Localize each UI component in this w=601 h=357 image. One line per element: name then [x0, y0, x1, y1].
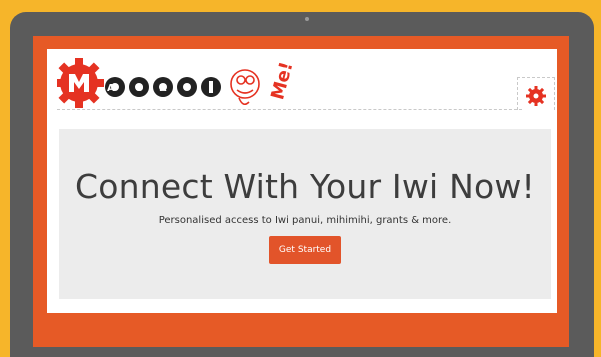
svg-text:Me!: Me!: [267, 60, 292, 102]
hero-subtitle: Personalised access to Iwi panui, mihimi…: [158, 215, 452, 226]
svg-text:A: A: [107, 83, 115, 94]
site-header: A O R Me!: [47, 49, 557, 110]
get-started-button[interactable]: Get Started: [269, 236, 341, 264]
header-divider: [57, 109, 522, 110]
hero-section: Connect With Your Iwi Now! Personalised …: [59, 129, 551, 299]
svg-text:R: R: [159, 83, 167, 94]
gear-icon: [526, 86, 546, 106]
svg-text:O: O: [135, 83, 144, 94]
laptop-camera: [305, 17, 309, 21]
hero-headline: Connect With Your Iwi Now!: [75, 167, 535, 206]
maori-me-logo[interactable]: A O R Me!: [57, 57, 292, 109]
corner-badge[interactable]: [517, 77, 555, 110]
webpage: A O R Me! Connect With Your Iwi Now! Per…: [47, 49, 557, 313]
